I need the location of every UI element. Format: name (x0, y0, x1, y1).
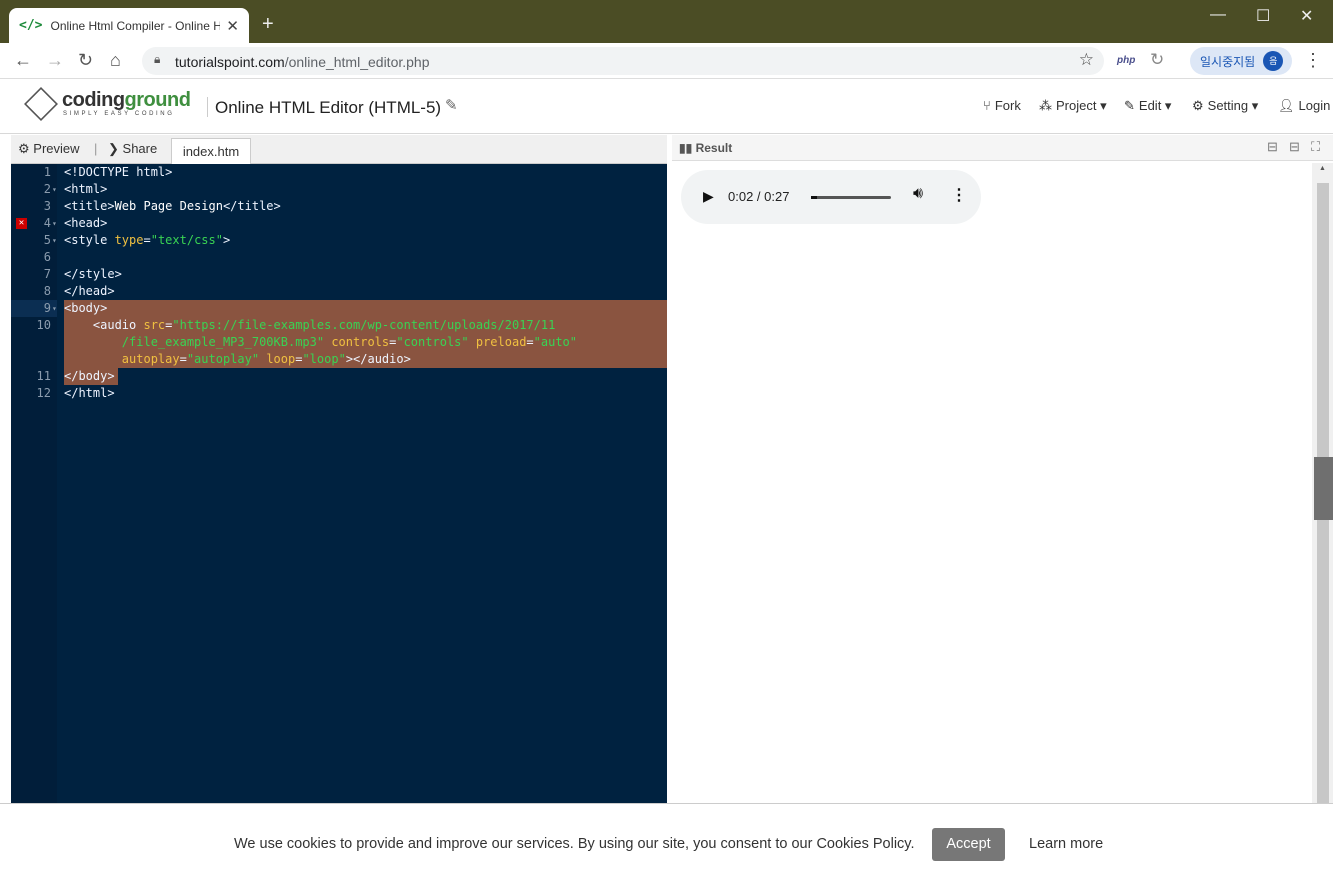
line-number: 6 (43, 250, 51, 264)
code-line: </body> (64, 369, 115, 383)
profile-button[interactable]: 일시중지됨 음 (1190, 47, 1292, 75)
code-line: autoplay="autoplay" loop="loop"></audio> (121, 352, 411, 366)
cookie-banner: We use cookies to provide and improve ou… (0, 803, 1333, 885)
line-number: 11 (36, 369, 51, 383)
setting-menu[interactable]: ⚙ Setting ▾ (1192, 98, 1258, 114)
error-marker-icon[interactable]: ✕ (16, 218, 27, 229)
edit-menu[interactable]: ✎ Edit ▾ (1124, 98, 1171, 114)
logo-emblem-icon (24, 87, 58, 121)
result-pane: ▮▮ Result ⊟ ⊟ ⛶ ▶ 0:02 / 0:27 🔊︎ ⋮ ▲ (672, 135, 1333, 803)
result-toolbar: ▮▮ Result ⊟ ⊟ ⛶ (672, 135, 1333, 161)
home-icon[interactable]: ⌂ (110, 50, 121, 71)
fold-icon[interactable]: ▾ (52, 185, 57, 194)
split-vertical-icon[interactable]: ⊟ (1289, 139, 1300, 155)
browser-titlebar: </> Online Html Compiler - Online H ✕ + … (0, 0, 1333, 43)
code-line: <head> (64, 216, 108, 230)
bar-chart-icon: ▮▮ (679, 141, 693, 155)
toolbar-divider: | (94, 141, 98, 156)
sitemap-icon: ⁂ (1039, 98, 1052, 113)
code-line: <audio src="https://file-examples.com/wp… (92, 318, 556, 332)
code-line: <title>Web Page Design</title> (64, 199, 281, 213)
cookie-message: We use cookies to provide and improve ou… (234, 836, 915, 852)
code-line: /file_example_MP3_700KB.mp3" controls="c… (121, 335, 578, 349)
audio-player[interactable]: ▶ 0:02 / 0:27 🔊︎ ⋮ (681, 170, 981, 224)
line-number: 10 (36, 318, 51, 332)
editor-pane: ⚙ Preview | ❯ Share index.htm 1 2 3 4 5 … (11, 135, 667, 803)
edit-icon: ✎ (1124, 98, 1135, 113)
back-icon[interactable]: ← (14, 50, 32, 71)
audio-time: 0:02 / 0:27 (728, 189, 790, 204)
share-button[interactable]: ❯ Share (108, 141, 157, 157)
login-link[interactable]: 👤︎ Login (1278, 98, 1330, 114)
code-line: <style type="text/css"> (64, 233, 231, 247)
line-number: 7 (43, 267, 51, 281)
editor-toolbar: ⚙ Preview | ❯ Share index.htm (11, 135, 667, 164)
page-title: Online HTML Editor (HTML-5) (215, 98, 442, 117)
header-divider (207, 97, 208, 117)
fold-icon[interactable]: ▾ (52, 219, 57, 228)
gear-icon: ⚙ (1192, 98, 1204, 113)
learn-more-link[interactable]: Learn more (1029, 836, 1103, 852)
php-extension-icon[interactable]: php (1117, 55, 1135, 66)
browser-menu-icon[interactable]: ⋮ (1304, 50, 1322, 71)
lock-icon: 🔒︎ (154, 52, 161, 66)
reload-icon[interactable]: ↻ (78, 50, 93, 71)
project-menu[interactable]: ⁂ Project ▾ (1039, 98, 1107, 114)
fold-icon[interactable]: ▾ (52, 304, 57, 313)
code-editor[interactable]: 1 2 3 4 5 6 7 8 9 10 11 12 ▾ ▾ ▾ ▾ ✕ <!D… (11, 164, 667, 803)
line-number: 5 (43, 233, 51, 247)
line-number: 9 (43, 301, 51, 315)
share-icon: ❯ (108, 141, 119, 156)
code-line: <body> (64, 301, 108, 315)
site-header: codingground SIMPLY EASY CODING Online H… (0, 80, 1333, 134)
user-icon: 👤︎ (1278, 98, 1295, 113)
address-bar-row: ← → ↻ ⌂ 🔒︎ tutorialspoint.com/online_htm… (0, 43, 1333, 79)
volume-icon[interactable]: 🔊︎ (913, 185, 923, 203)
tab-title: Online Html Compiler - Online H (50, 18, 221, 33)
browser-tab[interactable]: </> Online Html Compiler - Online H ✕ (9, 8, 249, 43)
result-title: ▮▮ Result (679, 141, 733, 155)
accept-button[interactable]: Accept (932, 828, 1005, 861)
edit-title-icon[interactable]: ✎ (445, 96, 458, 114)
bookmark-star-icon[interactable]: ☆ (1079, 50, 1094, 70)
audio-progress-fill (811, 196, 817, 199)
play-icon[interactable]: ▶ (703, 188, 714, 205)
maximize-icon[interactable]: ☐ (1256, 6, 1270, 26)
scroll-up-icon[interactable]: ▲ (1319, 165, 1326, 172)
forward-icon[interactable]: → (46, 50, 64, 71)
code-line: </style> (64, 267, 122, 281)
line-number: 2 (43, 182, 51, 196)
window-close-icon[interactable]: ✕ (1300, 6, 1313, 26)
line-number: 12 (36, 386, 51, 400)
code-icon: </> (19, 18, 43, 33)
avatar: 음 (1263, 51, 1284, 71)
code-line: </html> (64, 386, 115, 400)
line-number: 3 (43, 199, 51, 213)
fork-icon: ⑂ (983, 98, 991, 113)
profile-label: 일시중지됨 (1200, 54, 1256, 69)
tab-index-htm[interactable]: index.htm (171, 138, 251, 164)
new-tab-icon[interactable]: + (262, 13, 274, 36)
close-icon[interactable]: ✕ (226, 17, 239, 35)
preview-button[interactable]: ⚙ Preview (18, 141, 80, 157)
code-line: <html> (64, 182, 108, 196)
extension-icon[interactable]: ↻ (1150, 50, 1164, 70)
line-number: 1 (43, 165, 51, 179)
fullscreen-icon[interactable]: ⛶ (1311, 139, 1320, 155)
more-options-icon[interactable]: ⋮ (951, 185, 967, 205)
line-number: 8 (43, 284, 51, 298)
minimize-icon[interactable]: — (1210, 6, 1226, 24)
fold-icon[interactable]: ▾ (52, 236, 57, 245)
code-line: <!DOCTYPE html> (64, 165, 173, 179)
audio-progress-slider[interactable] (811, 196, 891, 199)
fork-menu[interactable]: ⑂ Fork (983, 98, 1021, 113)
omnibox[interactable]: 🔒︎ tutorialspoint.com/online_html_editor… (142, 47, 1104, 75)
split-horizontal-icon[interactable]: ⊟ (1267, 139, 1278, 155)
url-text: tutorialspoint.com/online_html_editor.ph… (175, 54, 430, 70)
gear-icon: ⚙ (18, 141, 30, 156)
scrollbar-thumb[interactable] (1314, 457, 1333, 520)
code-line: </head> (64, 284, 115, 298)
